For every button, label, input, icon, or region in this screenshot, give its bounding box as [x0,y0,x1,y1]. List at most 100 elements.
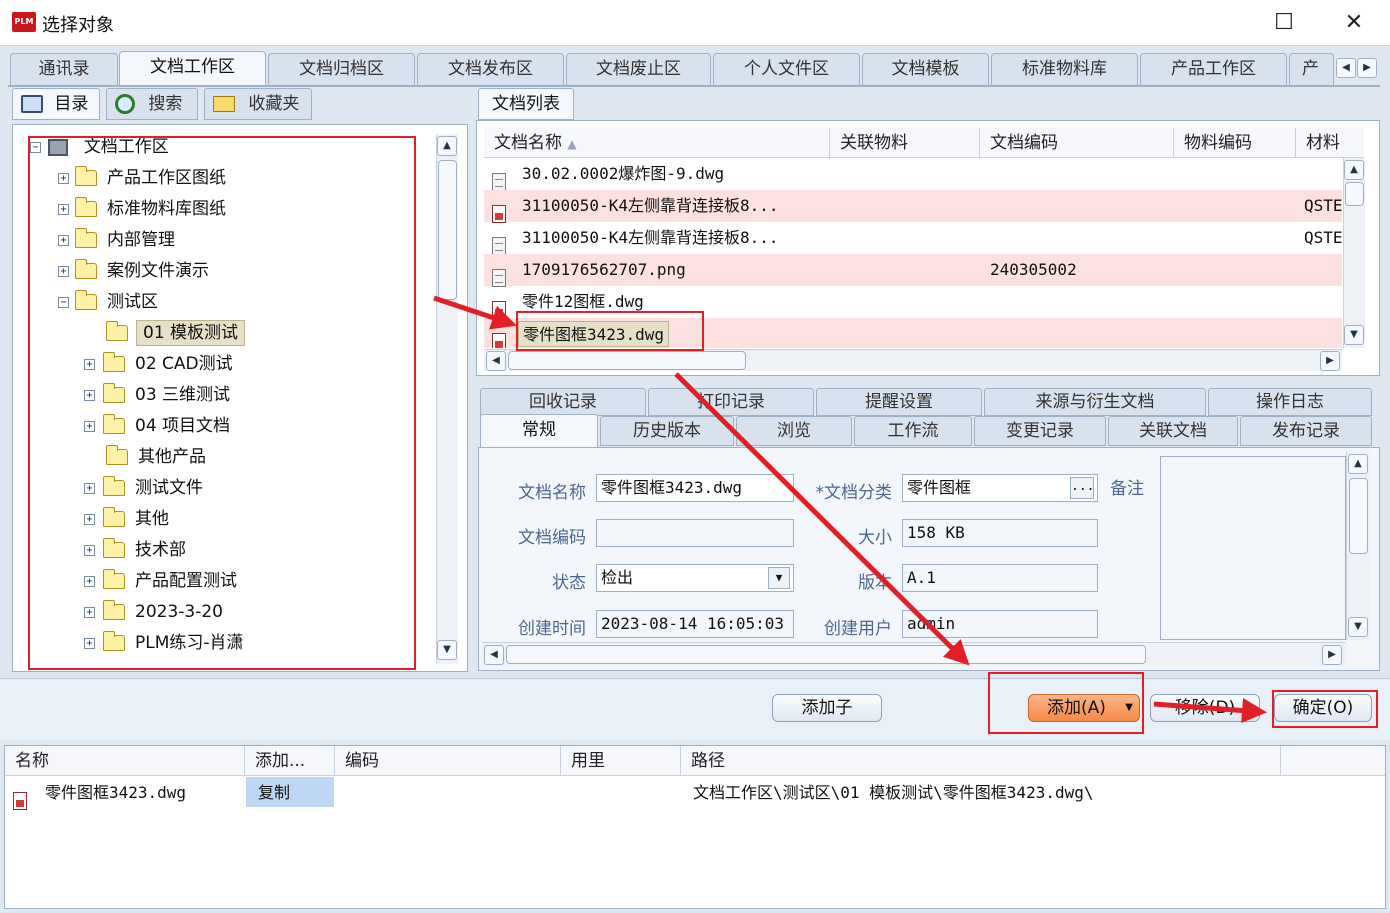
creator-field[interactable]: admin [902,610,1098,638]
scroll-down-icon[interactable]: ▼ [437,640,457,660]
computer-icon [21,95,43,113]
scroll-up-icon[interactable]: ▲ [1348,454,1368,474]
tab-doc-workspace[interactable]: 文档工作区 [119,51,266,86]
remove-button[interactable]: 移除(D) [1150,694,1260,722]
col-code[interactable]: 编码 [335,746,561,776]
scroll-up-icon[interactable]: ▲ [437,136,457,156]
scroll-up-icon[interactable]: ▲ [1344,160,1364,180]
category-label: *文档分类 [815,483,893,503]
col-add-mode[interactable]: 添加... [245,746,335,776]
scroll-left-icon[interactable]: ◀ [484,645,504,665]
size-label: 大小 [858,528,892,548]
row-name: 31100050-K4左侧靠背连接板8... [522,196,779,215]
tab-search[interactable]: 搜索 [106,88,198,120]
remark-textarea[interactable] [1160,456,1346,640]
scroll-thumb[interactable] [1349,478,1368,554]
detail-vscroll[interactable]: ▲ ▼ [1346,452,1370,640]
tab-publish-log[interactable]: 发布记录 [1240,416,1372,446]
doc-code-field[interactable] [596,519,794,547]
tabs-scroll-left-icon[interactable]: ◀ [1336,58,1356,78]
tab-catalog-label: 目录 [54,94,89,114]
table-row[interactable]: 31100050-K4左侧靠背连接板8... QSTE [484,222,1342,255]
chevron-down-icon[interactable]: ▼ [768,567,790,589]
table-row[interactable]: 30.02.0002爆炸图-9.dwg [484,158,1342,191]
dwg-file-icon [13,791,27,810]
selected-add-mode[interactable]: 复制 [246,777,334,807]
tabs-scroll-right-icon[interactable]: ▶ [1357,58,1377,78]
col-doc-code[interactable]: 文档编码 [980,128,1174,158]
status-value: 检出 [601,568,634,587]
scroll-down-icon[interactable]: ▼ [1348,617,1368,637]
browse-category-button[interactable]: ... [1070,477,1094,499]
size-field[interactable]: 158 KB [902,519,1098,547]
add-child-button[interactable]: 添加子 [772,694,882,722]
add-highlight-box [988,672,1144,734]
table-row[interactable]: 1709176562707.png 240305002 [484,254,1342,287]
tab-doc-publish[interactable]: 文档发布区 [417,53,564,85]
tab-doc-archive[interactable]: 文档归档区 [268,53,415,85]
tab-doc-templates[interactable]: 文档模板 [862,53,989,85]
doc-name-field[interactable]: 零件图框3423.dwg [596,474,794,502]
tab-underline [8,85,1380,87]
col-path[interactable]: 路径 [681,746,1281,776]
scroll-thumb[interactable] [438,160,457,300]
tab-operation-log[interactable]: 操作日志 [1208,388,1372,416]
remark-label: 备注 [1110,479,1144,499]
sort-asc-icon: ▲ [567,137,577,151]
created-time-field[interactable]: 2023-08-14 16:05:03 [596,610,794,638]
doc-list-hscroll[interactable]: ◀ ▶ [484,349,1342,371]
tab-standard-materials[interactable]: 标准物料库 [991,53,1138,85]
tab-reminder[interactable]: 提醒设置 [816,388,982,416]
table-row[interactable]: 31100050-K4左侧靠背连接板8... QSTE [484,190,1342,223]
status-label: 状态 [552,573,586,593]
col-material[interactable]: 材料 [1296,128,1364,158]
col-material-code[interactable]: 物料编码 [1174,128,1296,158]
tab-doc-list[interactable]: 文档列表 [478,88,574,120]
tab-source-derived[interactable]: 来源与衍生文档 [984,388,1206,416]
selected-row[interactable]: 零件图框3423.dwg 复制 文档工作区\测试区\01 模板测试\零件图框34… [5,777,1385,810]
scroll-right-icon[interactable]: ▶ [1322,645,1342,665]
dwg-file-icon [492,332,506,348]
scroll-down-icon[interactable]: ▼ [1344,325,1364,345]
close-button[interactable]: ✕ [1324,4,1384,42]
scroll-thumb[interactable] [1345,182,1364,206]
scroll-thumb[interactable] [508,351,746,370]
dwg-file-icon [492,204,506,223]
tab-favorites[interactable]: 收藏夹 [204,88,312,120]
title-bar: PLM 选择对象 ☐ ✕ [0,0,1390,46]
tab-history[interactable]: 历史版本 [600,416,734,446]
tab-contacts[interactable]: 通讯录 [10,53,118,85]
tab-print-log[interactable]: 打印记录 [648,388,814,416]
tab-product-truncated[interactable]: 产 [1289,53,1334,85]
category-field[interactable]: 零件图框 ... [902,474,1098,502]
scroll-left-icon[interactable]: ◀ [486,351,506,371]
col-linked-material[interactable]: 关联物料 [830,128,980,158]
col-doc-name[interactable]: 文档名称 ▲ [484,128,830,159]
maximize-button[interactable]: ☐ [1254,4,1314,42]
tab-related-docs[interactable]: 关联文档 [1108,416,1238,446]
tab-product-workspace[interactable]: 产品工作区 [1140,53,1287,85]
tab-workflow[interactable]: 工作流 [854,416,972,446]
tab-doc-obsolete[interactable]: 文档废止区 [566,53,711,85]
category-value: 零件图框 [907,478,972,497]
col-qty[interactable]: 用里 [561,746,681,776]
scroll-right-icon[interactable]: ▶ [1320,351,1340,371]
row-material: QSTE [1304,228,1342,247]
scroll-thumb[interactable] [506,645,1146,664]
detail-hscroll[interactable]: ◀ ▶ [482,642,1346,666]
tab-recycle-log[interactable]: 回收记录 [480,388,646,416]
tab-browse[interactable]: 浏览 [736,416,852,446]
row-name: 31100050-K4左侧靠背连接板8... [522,228,779,247]
dwg-file-icon [492,300,506,319]
doc-list-vscroll[interactable]: ▲ ▼ [1343,158,1365,348]
tab-general[interactable]: 常规 [480,414,598,448]
tab-personal-files[interactable]: 个人文件区 [713,53,860,85]
version-field[interactable]: A.1 [902,564,1098,592]
document-icon [492,172,506,191]
tree-scrollbar[interactable]: ▲ ▼ [436,134,458,664]
tab-catalog[interactable]: 目录 [12,88,100,120]
tab-change-log[interactable]: 变更记录 [974,416,1106,446]
status-select[interactable]: 检出 ▼ [596,564,794,592]
col-name[interactable]: 名称 [5,746,245,776]
tree-highlight-box [28,136,416,670]
